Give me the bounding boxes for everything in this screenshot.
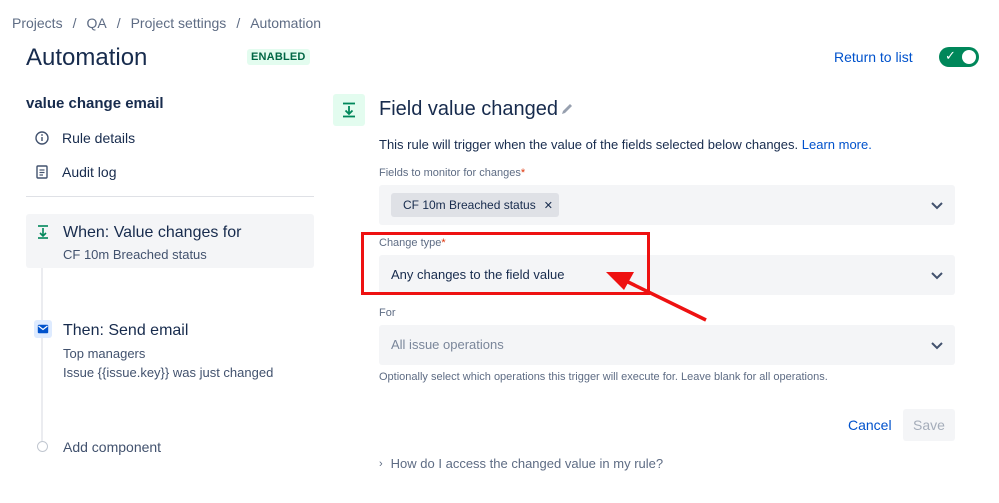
selected-field-label: CF 10m Breached status xyxy=(403,198,536,212)
sidebar-divider xyxy=(26,196,314,197)
faq-label: How do I access the changed value in my … xyxy=(390,456,664,471)
trigger-subtitle: CF 10m Breached status xyxy=(63,247,207,262)
trigger-arrow-icon xyxy=(35,224,51,240)
for-help-text: Optionally select which operations this … xyxy=(379,371,828,383)
description-text: This rule will trigger when the value of… xyxy=(379,137,799,152)
required-mark: * xyxy=(520,167,526,179)
fields-to-monitor-label-text: Fields to monitor for changes xyxy=(379,167,521,179)
breadcrumb-separator: / xyxy=(236,15,241,31)
return-to-list-link[interactable]: Return to list xyxy=(834,49,913,65)
chevron-right-icon: › xyxy=(379,457,383,470)
toggle-knob xyxy=(962,50,976,64)
chevron-down-icon xyxy=(931,202,943,210)
breadcrumb-project-settings[interactable]: Project settings xyxy=(131,15,227,31)
action-title[interactable]: Then: Send email xyxy=(63,322,188,340)
trigger-description: This rule will trigger when the value of… xyxy=(379,137,872,152)
breadcrumb-separator: / xyxy=(72,15,77,31)
pencil-icon[interactable] xyxy=(560,102,576,118)
breadcrumb-automation[interactable]: Automation xyxy=(250,15,321,31)
rule-details-link[interactable]: Rule details xyxy=(34,128,135,148)
annotation-highlight-box xyxy=(361,232,650,295)
add-component-link[interactable]: Add component xyxy=(63,439,161,455)
for-label: For xyxy=(379,307,396,319)
remove-tag-icon[interactable]: ✕ xyxy=(544,199,553,212)
rule-name: value change email xyxy=(26,95,164,112)
trigger-type-icon-box xyxy=(333,94,365,126)
trigger-title: When: Value changes for xyxy=(63,224,242,241)
chevron-down-icon xyxy=(931,272,943,280)
cancel-button[interactable]: Cancel xyxy=(836,411,904,439)
fields-to-monitor-select[interactable]: CF 10m Breached status ✕ xyxy=(379,185,955,225)
action-recipient: Top managers xyxy=(63,346,146,361)
add-component-dot xyxy=(37,441,48,452)
action-subject: Issue {{issue.key}} was just changed xyxy=(63,365,274,380)
learn-more-link[interactable]: Learn more. xyxy=(802,137,872,152)
rule-details-label: Rule details xyxy=(62,130,136,146)
check-icon: ✓ xyxy=(945,48,956,63)
trigger-arrow-icon xyxy=(343,102,355,118)
rule-timeline-line xyxy=(41,240,43,442)
document-icon xyxy=(34,164,50,180)
breadcrumb: Projects / QA / Project settings / Autom… xyxy=(12,13,321,33)
breadcrumb-projects[interactable]: Projects xyxy=(12,15,63,31)
for-placeholder: All issue operations xyxy=(391,337,504,352)
breadcrumb-separator: / xyxy=(116,15,121,31)
faq-expander[interactable]: › How do I access the changed value in m… xyxy=(379,456,663,471)
fields-to-monitor-label: Fields to monitor for changes* xyxy=(379,167,525,179)
save-button[interactable]: Save xyxy=(903,409,955,441)
audit-log-label: Audit log xyxy=(62,164,117,180)
audit-log-link[interactable]: Audit log xyxy=(34,162,116,182)
selected-field-tag: CF 10m Breached status ✕ xyxy=(391,193,559,217)
rule-enabled-toggle[interactable]: ✓ xyxy=(939,47,979,67)
mail-icon xyxy=(34,320,52,338)
chevron-down-icon xyxy=(931,342,943,350)
for-select[interactable]: All issue operations xyxy=(379,325,955,365)
panel-title: Field value changed xyxy=(379,98,559,120)
page-title: Automation xyxy=(26,44,148,71)
breadcrumb-qa[interactable]: QA xyxy=(86,15,106,31)
status-badge: ENABLED xyxy=(247,49,310,65)
info-icon xyxy=(34,130,50,146)
